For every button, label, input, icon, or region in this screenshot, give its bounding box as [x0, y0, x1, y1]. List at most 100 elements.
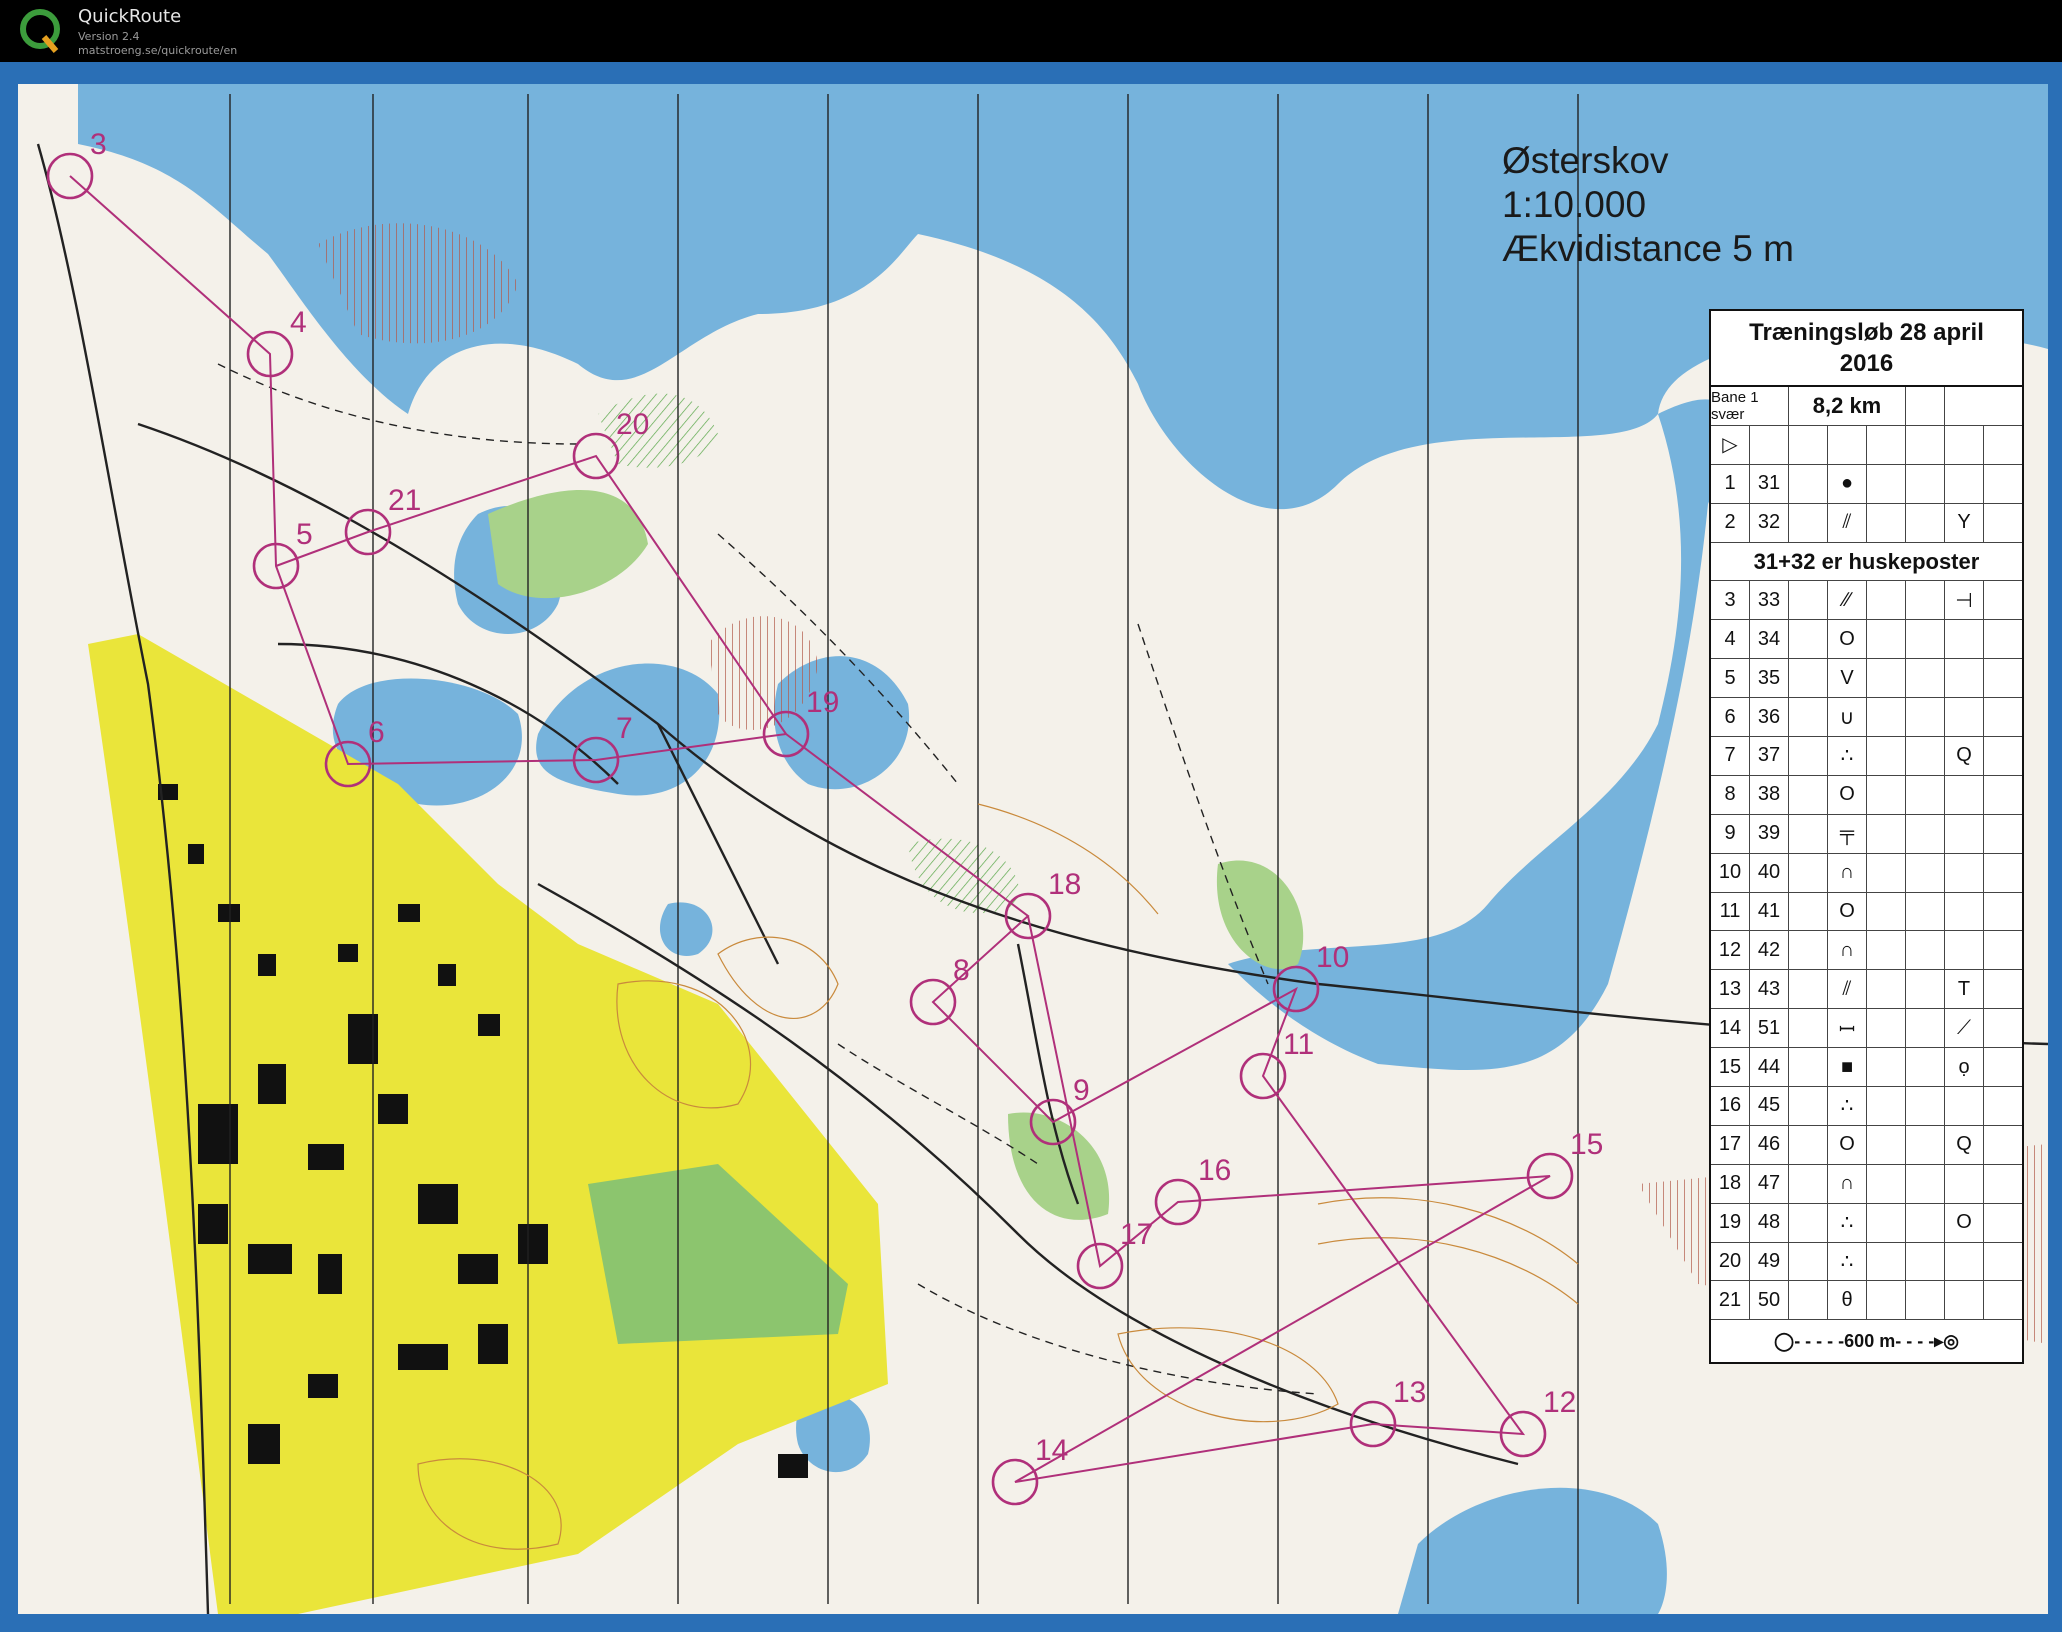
- location-symbol: [1945, 853, 1984, 892]
- control-number: 12: [1711, 931, 1750, 970]
- control-label: 16: [1198, 1154, 1231, 1187]
- control-code: 41: [1750, 892, 1789, 931]
- description-row: 16 45 ∴: [1711, 1087, 2022, 1126]
- description-row: 1 31 ●: [1711, 464, 2022, 504]
- description-row: 15 44 ■ ọ: [1711, 1048, 2022, 1088]
- description-row: 6 36 ∪: [1711, 698, 2022, 738]
- control-label: 18: [1048, 868, 1081, 901]
- app-url[interactable]: matstroeng.se/quickroute/en: [78, 44, 237, 57]
- feature-symbol: O: [1828, 892, 1867, 931]
- feature-symbol: ∪: [1828, 698, 1867, 737]
- feature-symbol: O: [1828, 1125, 1867, 1164]
- finish-distance: 600 m: [1844, 1330, 1896, 1351]
- location-symbol: Y: [1945, 503, 1984, 542]
- description-row: 7 37 ∴ Q: [1711, 737, 2022, 776]
- control-label: 9: [1073, 1074, 1090, 1107]
- control-label: 17: [1120, 1218, 1153, 1251]
- control-number: 14: [1711, 1009, 1750, 1048]
- control-code: 37: [1750, 737, 1789, 775]
- distance-to-finish-row: ◯- - - - - 600 m - - - -▸◎: [1711, 1320, 2022, 1362]
- location-symbol: [1945, 698, 1984, 737]
- control-label: 3: [90, 128, 107, 161]
- description-row: 12 42 ∩: [1711, 931, 2022, 971]
- control-code: 31: [1750, 464, 1789, 503]
- feature-symbol: ∴: [1828, 1087, 1867, 1125]
- control-code: 48: [1750, 1203, 1789, 1242]
- control-description-sheet: Træningsløb 28 april 2016 Bane 1 svær 8,…: [1709, 309, 2024, 1365]
- control-code: 49: [1750, 1242, 1789, 1281]
- feature-symbol: O: [1828, 620, 1867, 659]
- start-row: ▷: [1711, 425, 2022, 465]
- description-row: 3 33 ∕∕ ⊣: [1711, 581, 2022, 621]
- control-label: 11: [1283, 1028, 1314, 1061]
- control-code: 40: [1750, 853, 1789, 892]
- control-code: 36: [1750, 698, 1789, 737]
- description-row: 18 47 ∩: [1711, 1164, 2022, 1204]
- location-symbol: Q: [1945, 737, 1984, 775]
- feature-symbol: ꟷ: [1828, 1009, 1867, 1048]
- description-row: 2 32 ⫽ Y: [1711, 503, 2022, 543]
- feature-symbol: O: [1828, 775, 1867, 814]
- memory-controls-note-row: 31+32 er huskeposter: [1711, 543, 2022, 582]
- map-name: Østerskov: [1502, 140, 1669, 181]
- description-row: 14 51 ꟷ ⟋: [1711, 1009, 2022, 1049]
- feature-symbol: V: [1828, 659, 1867, 698]
- control-number: 19: [1711, 1203, 1750, 1242]
- quickroute-logo-icon: [20, 9, 60, 53]
- control-code: 51: [1750, 1009, 1789, 1048]
- map-scale: 1:10.000: [1502, 184, 1647, 225]
- control-number: 11: [1711, 892, 1750, 931]
- control-label: 20: [616, 408, 649, 441]
- control-code: 50: [1750, 1281, 1789, 1320]
- control-label: 19: [806, 686, 839, 719]
- feature-symbol: ∴: [1828, 737, 1867, 775]
- green-4: [1216, 860, 1304, 970]
- control-number: 16: [1711, 1087, 1750, 1125]
- feature-symbol: ∩: [1828, 1164, 1867, 1203]
- control-number: 18: [1711, 1164, 1750, 1203]
- control-label: 21: [388, 484, 421, 517]
- location-symbol: [1945, 1164, 1984, 1203]
- course-info-row: Bane 1 svær 8,2 km: [1711, 387, 2022, 426]
- event-title: Træningsløb 28 april: [1749, 319, 1984, 346]
- control-number: 5: [1711, 659, 1750, 698]
- feature-symbol: ●: [1828, 464, 1867, 503]
- location-symbol: [1945, 659, 1984, 698]
- description-rows: 3 33 ∕∕ ⊣ 4 34 O 5 35 V 6 36 ∪ 7 37 ∴ Q 8 38 O 9 39 ╤ 10 40 ∩ 11 41…: [1711, 581, 2022, 1321]
- location-symbol: [1945, 775, 1984, 814]
- control-code: 47: [1750, 1164, 1789, 1203]
- location-symbol: [1945, 931, 1984, 970]
- feature-symbol: ╤: [1828, 814, 1867, 853]
- feature-symbol: ∩: [1828, 931, 1867, 970]
- control-code: 38: [1750, 775, 1789, 814]
- location-symbol: [1945, 814, 1984, 853]
- control-code: 45: [1750, 1087, 1789, 1125]
- control-label: 14: [1035, 1434, 1068, 1467]
- description-row: 17 46 O Q: [1711, 1125, 2022, 1165]
- course-distance: 8,2 km: [1789, 387, 1906, 425]
- control-label: 10: [1316, 941, 1349, 974]
- description-rows-memory: 1 31 ● 2 32 ⫽ Y: [1711, 464, 2022, 543]
- control-number: 1: [1711, 464, 1750, 503]
- control-label: 12: [1543, 1386, 1576, 1419]
- control-code: 34: [1750, 620, 1789, 659]
- location-symbol: T: [1945, 970, 1984, 1009]
- control-number: 15: [1711, 1048, 1750, 1087]
- app-version: Version 2.4: [78, 30, 140, 43]
- feature-symbol: ■: [1828, 1048, 1867, 1087]
- course-name: Bane 1 svær: [1711, 387, 1789, 425]
- feature-symbol: ∴: [1828, 1203, 1867, 1242]
- control-number: 6: [1711, 698, 1750, 737]
- description-row: 4 34 O: [1711, 620, 2022, 660]
- location-symbol: [1945, 464, 1984, 503]
- control-code: 32: [1750, 503, 1789, 542]
- control-label: 8: [953, 954, 970, 987]
- location-symbol: Q: [1945, 1125, 1984, 1164]
- orienteering-map[interactable]: 3 4 5 6 7 8 9 10 11 12 13 14 15 16 17 18 19 20 21 Østersko…: [18, 84, 2048, 1614]
- location-symbol: O: [1945, 1203, 1984, 1242]
- title-bar: QuickRoute Version 2.4 matstroeng.se/qui…: [0, 0, 2062, 62]
- description-row: 8 38 O: [1711, 775, 2022, 815]
- feature-symbol: ∕∕: [1828, 581, 1867, 620]
- green-1: [488, 490, 648, 599]
- control-label: 15: [1570, 1128, 1603, 1161]
